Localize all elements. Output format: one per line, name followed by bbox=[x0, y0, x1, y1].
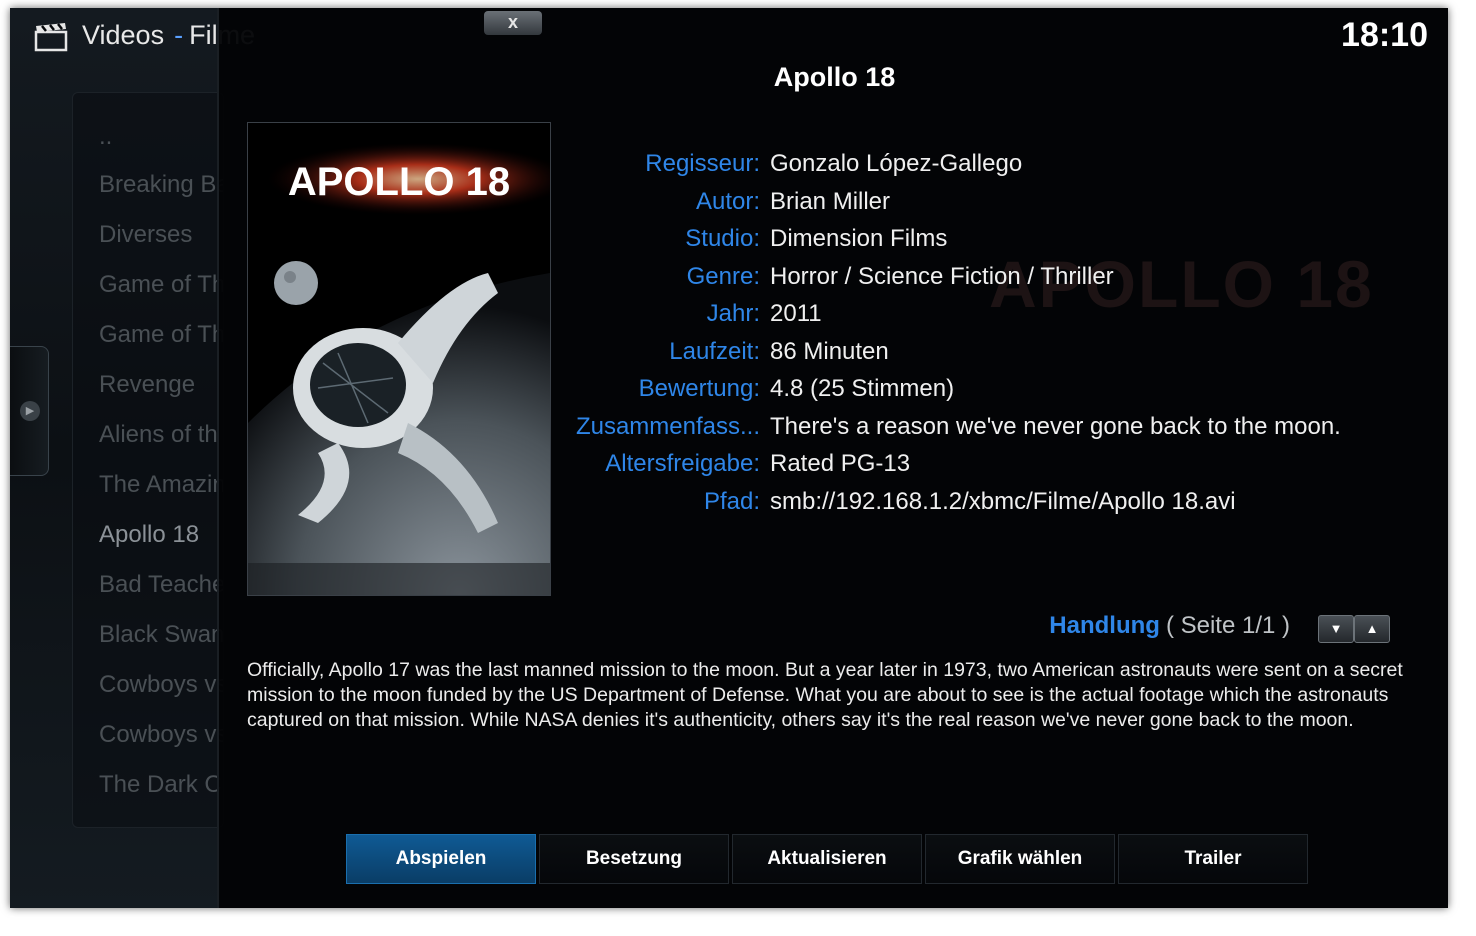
clapperboard-icon bbox=[34, 22, 68, 52]
list-item[interactable]: Aliens of th bbox=[99, 421, 218, 449]
info-value: Rated PG-13 bbox=[770, 450, 911, 477]
info-row: Altersfreigabe: Rated PG-13 bbox=[219, 450, 1448, 486]
list-item[interactable]: Breaking Ba bbox=[99, 171, 223, 199]
info-row: Autor: Brian Miller bbox=[219, 188, 1448, 224]
list-item[interactable]: The Dark C bbox=[99, 771, 222, 799]
close-button[interactable]: x bbox=[484, 11, 542, 35]
info-label: Pfad: bbox=[703, 488, 760, 515]
section-title: Videos bbox=[82, 20, 165, 50]
page-buttons: ▼ ▲ bbox=[1318, 615, 1390, 643]
list-item[interactable]: Cowboys vs bbox=[99, 671, 223, 699]
info-value: There's a reason we've never gone back t… bbox=[770, 413, 1341, 440]
info-label: Autor: bbox=[695, 188, 760, 215]
plot-text: Officially, Apollo 17 was the last manne… bbox=[247, 659, 1403, 731]
info-value: Brian Miller bbox=[770, 188, 891, 215]
list-item[interactable]: Cowboys vs bbox=[99, 721, 223, 749]
info-value: 2011 bbox=[770, 300, 822, 327]
clock: 18:10 bbox=[1341, 16, 1428, 54]
plot-page-indicator: ( Seite 1/1 ) bbox=[1165, 612, 1290, 639]
xbmc-window: Videos-Filme ..Breaking BaDiversesGame o… bbox=[10, 8, 1448, 908]
info-value: Dimension Films bbox=[770, 225, 948, 252]
list-item[interactable]: .. bbox=[99, 123, 112, 151]
info-label: Studio: bbox=[685, 225, 760, 252]
grafik-w-hlen-button[interactable]: Grafik wählen bbox=[925, 834, 1115, 884]
info-label: Genre: bbox=[686, 263, 760, 290]
movie-title: Apollo 18 bbox=[773, 62, 896, 92]
info-value: Gonzalo López-Gallego bbox=[770, 150, 1023, 177]
info-value: Horror / Science Fiction / Thriller bbox=[770, 263, 1114, 290]
side-menu-tab[interactable]: ▶ bbox=[10, 346, 49, 476]
info-value: smb://192.168.1.2/xbmc/Filme/Apollo 18.a… bbox=[770, 488, 1236, 515]
page-up-icon[interactable]: ▲ bbox=[1354, 615, 1390, 643]
info-row: Zusammenfass... There's a reason we've ne… bbox=[219, 413, 1448, 449]
info-label: Altersfreigabe: bbox=[605, 450, 760, 477]
list-item[interactable]: Diverses bbox=[99, 221, 192, 249]
list-item[interactable]: Black Swan bbox=[99, 621, 223, 649]
info-value: 4.8 (25 Stimmen) bbox=[770, 375, 955, 402]
list-item[interactable]: Bad Teache bbox=[99, 571, 223, 599]
chevron-right-icon: ▶ bbox=[20, 401, 40, 421]
info-row: Pfad: smb://192.168.1.2/xbmc/Filme/Apollo… bbox=[219, 488, 1448, 524]
plot-header: Handlung( Seite 1/1 ) bbox=[1049, 612, 1290, 640]
info-label: Regisseur: bbox=[645, 150, 760, 177]
abspielen-button[interactable]: Abspielen bbox=[346, 834, 536, 884]
info-label: Laufzeit: bbox=[669, 338, 760, 365]
info-label: Bewertung: bbox=[638, 375, 760, 402]
plot-label: Handlung bbox=[1049, 612, 1160, 639]
aktualisieren-button[interactable]: Aktualisieren bbox=[732, 834, 922, 884]
movie-list: .. Breaking Ba Diverses Game of Th Game of T… bbox=[72, 92, 224, 828]
info-row: Genre: Horror / Science Fiction / Thrille… bbox=[219, 263, 1448, 299]
info-value: 86 Minuten bbox=[770, 338, 889, 365]
info-label: Jahr: bbox=[706, 300, 760, 327]
breadcrumb-separator: - bbox=[174, 20, 184, 50]
movie-info-dialog: APOLLO 18 x 18:10 Apollo 18 APOLLO 18 Re… bbox=[217, 8, 1448, 908]
besetzung-button[interactable]: Besetzung bbox=[539, 834, 729, 884]
list-item[interactable]: Game of Th bbox=[99, 271, 223, 299]
info-row: Laufzeit: 86 Minuten bbox=[219, 338, 1448, 374]
info-row: Jahr: 2011 bbox=[219, 300, 1448, 336]
info-label: Zusammenfass... bbox=[575, 413, 760, 440]
list-item[interactable]: Revenge bbox=[99, 371, 195, 399]
page-down-icon[interactable]: ▼ bbox=[1318, 615, 1354, 643]
list-item[interactable]: Game of Th bbox=[99, 321, 223, 349]
info-row: Regisseur: Gonzalo López-Gallego bbox=[219, 150, 1448, 186]
list-item[interactable]: The Amazin bbox=[99, 471, 223, 499]
trailer-button[interactable]: Trailer bbox=[1118, 834, 1308, 884]
list-item[interactable]: Apollo 18 bbox=[99, 521, 199, 549]
info-row: Studio: Dimension Films bbox=[219, 225, 1448, 261]
info-row: Bewertung: 4.8 (25 Stimmen) bbox=[219, 375, 1448, 411]
